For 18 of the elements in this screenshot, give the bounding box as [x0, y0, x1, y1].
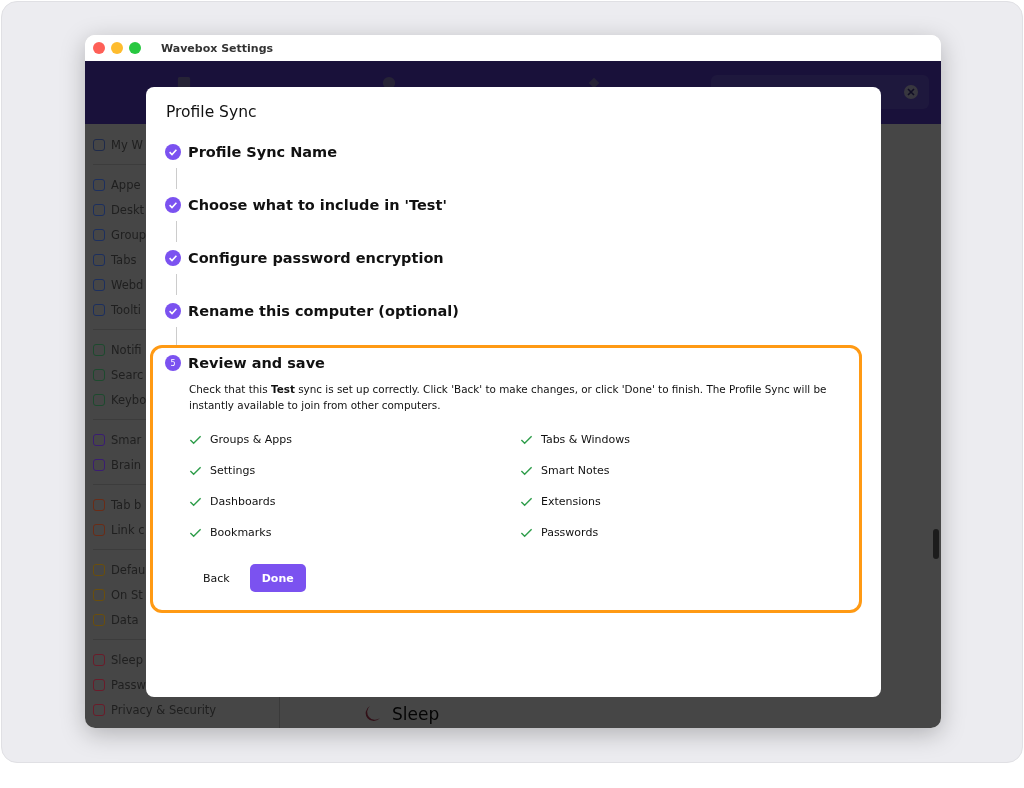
step-description: Check that this Test sync is set up correctly. Click 'Back' to make changes, or click 'Done' to finish. The Profile Sync will be instantly available to join from other computers. [189, 382, 828, 413]
included-item: Settings [210, 464, 256, 477]
included-item: Groups & Apps [210, 433, 292, 446]
step-title: Choose what to include in 'Test' [188, 197, 447, 213]
included-item: Tabs & Windows [541, 433, 631, 446]
included-item: Passwords [541, 526, 599, 539]
step-title: Profile Sync Name [188, 144, 338, 160]
step-title: Rename this computer (optional) [188, 303, 459, 319]
window-title: Wavebox Settings [161, 41, 274, 55]
step-title: Configure password encryption [188, 250, 444, 266]
included-item: Smart Notes [541, 464, 610, 477]
included-item: Bookmarks [210, 526, 272, 539]
included-item: Extensions [541, 495, 601, 508]
dialog-title: Profile Sync [166, 103, 258, 121]
included-item: Dashboards [210, 495, 276, 508]
section-heading: Sleep [392, 704, 440, 724]
step-title: Review and save [188, 355, 325, 371]
step-number: 5 [165, 355, 181, 371]
